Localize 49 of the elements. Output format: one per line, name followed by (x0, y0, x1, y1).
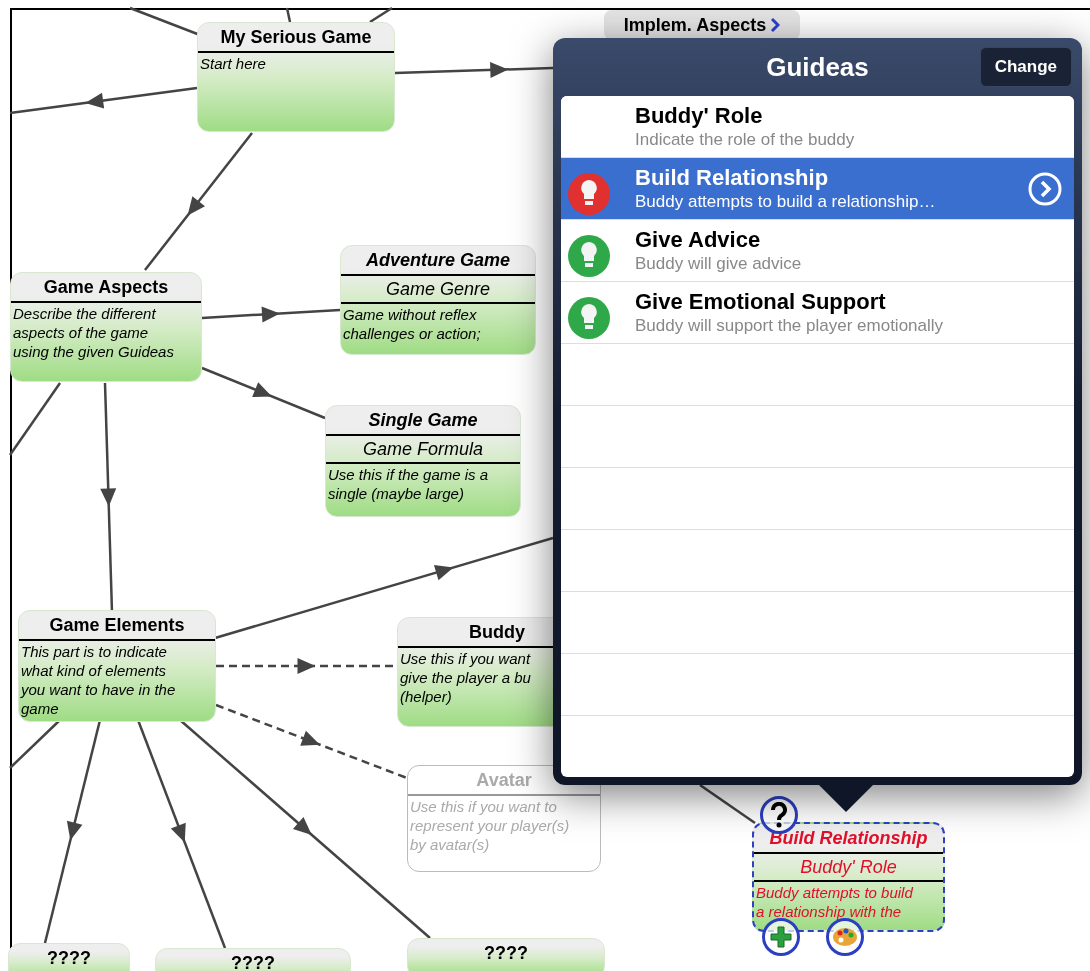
node-card[interactable]: ???? (8, 943, 130, 971)
guidea-title: Buddy' Role (635, 102, 764, 129)
node-title: Game Elements (48, 614, 186, 637)
node-card[interactable]: Adventure Game Game Genre Game without reflex challenges or action; (340, 245, 536, 355)
node-subtitle: Buddy' Role (799, 856, 898, 879)
node-card[interactable]: Single Game Game Formula Use this if the game is a single (maybe large) (325, 405, 521, 517)
guidea-description: Buddy will support the player emotionally (635, 314, 945, 337)
node-description: Use this if you want give the player a bu (helper) (399, 649, 532, 706)
node-description: This part is to indicate what kind of elements you want to have in the game (19, 642, 177, 718)
node-card[interactable]: My Serious Game Start here (197, 22, 395, 132)
node-card[interactable]: ???? (407, 938, 605, 971)
guidea-description: Buddy will give advice (635, 252, 803, 275)
node-title: Avatar (475, 769, 533, 792)
disclosure-icon[interactable] (1028, 171, 1062, 206)
node-card[interactable]: Game Elements This part is to indicate what kind of elements you want to have in the game (18, 610, 216, 722)
node-description: Use this if you want to represent your player(s) by avatar(s) (409, 797, 571, 854)
guidea-title: Give Emotional Support (635, 288, 887, 315)
connector-line (699, 783, 756, 825)
node-subtitle: Game Genre (384, 278, 491, 301)
add-icon[interactable] (762, 918, 800, 956)
guidea-description: Buddy attempts to build a relationship… (635, 190, 937, 213)
popover-title: Guideas (766, 50, 869, 84)
node-card[interactable]: ???? (155, 948, 351, 971)
palette-icon[interactable] (826, 918, 864, 956)
node-card[interactable]: Game Aspects Describe the different aspects of the game using the given Guideas (10, 272, 202, 382)
node-description: Start here (199, 54, 267, 73)
node-description: Use this if the game is a single (maybe large) (327, 465, 490, 503)
guidea-item[interactable]: Build Relationship Buddy attempts to build a relationship… (561, 158, 1074, 220)
change-button[interactable]: Change (979, 47, 1072, 87)
chevron-icon (770, 17, 781, 33)
connector-line (285, 7, 292, 23)
node-title: Single Game (367, 409, 479, 432)
connector-line (369, 6, 393, 24)
node-title: Buddy (468, 621, 526, 644)
guidea-description: Indicate the role of the buddy (635, 128, 856, 151)
guidea-title: Give Advice (635, 226, 762, 253)
node-description: Describe the different aspects of the game using the given Guideas (12, 304, 175, 361)
node-title: Implem. Aspects (623, 13, 767, 37)
guidea-item[interactable]: Buddy' Role Indicate the role of the buddy (561, 96, 1074, 158)
node-description: Buddy attempts to build a relationship with the (755, 883, 914, 921)
connector-line (9, 719, 61, 769)
node-card[interactable]: Implem. Aspects (604, 10, 800, 40)
guidea-title: Build Relationship (635, 164, 830, 191)
node-title: My Serious Game (219, 26, 373, 49)
node-subtitle: Game Formula (361, 438, 484, 461)
node-title: Adventure Game (364, 249, 511, 272)
node-title: Game Aspects (42, 276, 170, 299)
popover-pointer (818, 784, 874, 812)
node-description: Game without reflex challenges or action; (342, 305, 482, 343)
